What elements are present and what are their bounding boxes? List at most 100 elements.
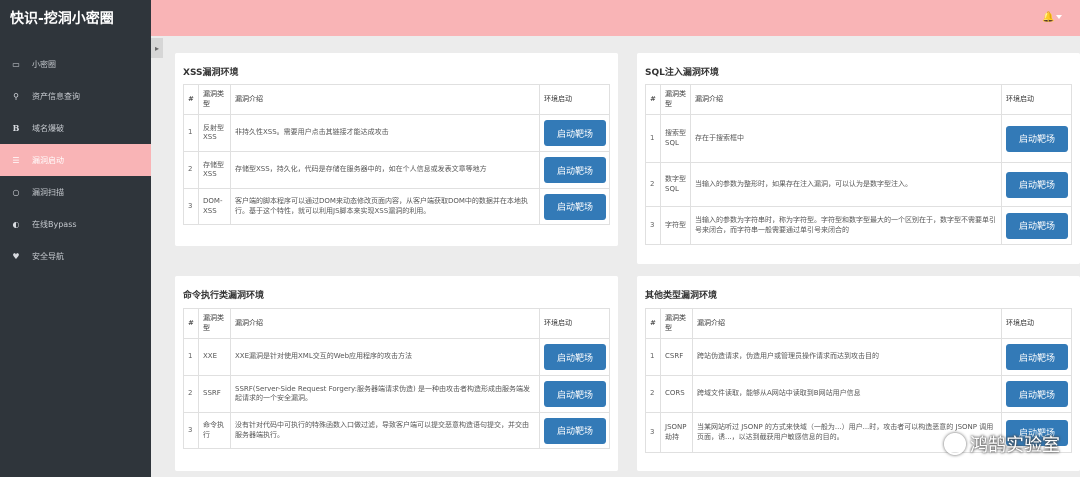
monitor-icon: ▭ — [12, 59, 20, 69]
row-desc: SSRF(Server-Side Request Forgery:服务器端请求伪… — [230, 375, 540, 413]
sidebar-item-label: 漏洞扫描 — [32, 187, 64, 197]
table-header-row: # 漏洞类型 漏洞介绍 环境启动 — [183, 308, 610, 339]
row-type: CSRF — [660, 338, 693, 376]
sql-panel: SQL注入漏洞环境 # 漏洞类型 漏洞介绍 环境启动 1 搜索型SQL 存在于搜… — [637, 53, 1080, 264]
table-row: 1 搜索型SQL 存在于搜索框中 启动靶场 — [645, 114, 1072, 163]
panel-title: 其他类型漏洞环境 — [645, 291, 718, 301]
table-row: 1 XXE XXE漏洞是针对使用XML交互的Web应用程序的攻击方法 启动靶场 — [183, 338, 610, 376]
cmd-panel: 命令执行类漏洞环境 # 漏洞类型 漏洞介绍 环境启动 1 XXE XXE漏洞是针… — [175, 276, 618, 471]
panel-title: 命令执行类漏洞环境 — [183, 291, 265, 301]
row-desc: 客户端的脚本程序可以通过DOM来动态修改页面内容，从客户端获取DOM中的数据并在… — [230, 188, 540, 225]
col-header-type: 漏洞类型 — [660, 308, 693, 339]
sidebar-item-bypass[interactable]: ◐ 在线Bypass — [0, 208, 151, 240]
launch-range-button[interactable]: 启动靶场 — [1006, 125, 1068, 152]
sidebar-menu: ▭ 小密圈 ⚲ 资产信息查询 B 域名爆破 ☰ 漏洞启动 ○ 漏洞扫描 ◐ 在线… — [0, 48, 151, 272]
row-num: 3 — [645, 206, 661, 245]
launch-range-button[interactable]: 启动靶场 — [1006, 344, 1068, 370]
launch-range-button[interactable]: 启动靶场 — [1006, 171, 1068, 198]
table-header-row: # 漏洞类型 漏洞介绍 环境启动 — [645, 308, 1072, 339]
launch-range-button[interactable]: 启动靶场 — [544, 381, 606, 407]
col-header-type: 漏洞类型 — [198, 84, 231, 115]
watermark-text: 鸿鹄实验室 — [970, 435, 1060, 456]
col-header-num: # — [183, 84, 199, 115]
row-type: JSONP劫持 — [660, 412, 693, 453]
sidebar-toggle-button[interactable]: ▸ — [151, 38, 163, 58]
table-row: 2 存储型XSS 存储型XSS，持久化，代码是存储在服务器中的，如在个人信息或发… — [183, 151, 610, 189]
sidebar-item-label: 漏洞启动 — [32, 155, 64, 165]
sidebar-item-label: 安全导航 — [32, 251, 64, 261]
sidebar-item-security-nav[interactable]: ♥ 安全导航 — [0, 240, 151, 272]
table-row: 2 SSRF SSRF(Server-Side Request Forgery:… — [183, 375, 610, 413]
row-desc: 跨站伪造请求，伪造用户或管理员操作请求而达到攻击目的 — [692, 338, 1002, 376]
row-desc: 跨域文件读取，能够从A网站中读取到B网站用户信息 — [692, 375, 1002, 413]
launch-range-button[interactable]: 启动靶场 — [544, 157, 606, 183]
sidebar-item-vuln-launch[interactable]: ☰ 漏洞启动 — [0, 144, 151, 176]
row-num: 1 — [645, 114, 661, 163]
row-num: 1 — [183, 114, 199, 152]
sidebar-item-asset-query[interactable]: ⚲ 资产信息查询 — [0, 80, 151, 112]
row-num: 2 — [183, 151, 199, 189]
row-desc: 当输入的参数为字符串时，称为字符型。字符型和数字型最大的一个区别在于，数字型不需… — [690, 206, 1002, 245]
panel-title: SQL注入漏洞环境 — [645, 68, 719, 78]
col-header-num: # — [183, 308, 199, 339]
table-row: 3 DOM-XSS 客户端的脚本程序可以通过DOM来动态修改页面内容，从客户端获… — [183, 188, 610, 225]
top-bar: 🔔 — [151, 0, 1080, 36]
row-num: 1 — [183, 338, 199, 376]
col-header-action: 环境启动 — [539, 308, 610, 339]
table-row: 2 CORS 跨域文件读取，能够从A网站中读取到B网站用户信息 启动靶场 — [645, 375, 1072, 413]
sidebar-item-vuln-scan[interactable]: ○ 漏洞扫描 — [0, 176, 151, 208]
table-header-row: # 漏洞类型 漏洞介绍 环境启动 — [183, 84, 610, 115]
sidebar-item-label: 域名爆破 — [32, 123, 64, 133]
cmd-table: # 漏洞类型 漏洞介绍 环境启动 1 XXE XXE漏洞是针对使用XML交互的W… — [183, 308, 610, 449]
sidebar-item-mimiquan[interactable]: ▭ 小密圈 — [0, 48, 151, 80]
row-type: 存储型XSS — [198, 151, 231, 189]
row-desc: 非持久性XSS。需要用户点击其链接才能达成攻击 — [230, 114, 540, 152]
chevron-down-icon[interactable] — [1056, 15, 1062, 19]
row-desc: 当输入的参数为整形时，如果存在注入漏洞，可以认为是数字型注入。 — [690, 162, 1002, 207]
bold-b-icon: B — [12, 123, 20, 133]
heart-icon: ♥ — [12, 251, 20, 261]
col-header-action: 环境启动 — [1001, 84, 1072, 115]
launch-range-button[interactable]: 启动靶场 — [544, 120, 606, 146]
launch-range-button[interactable]: 启动靶场 — [1006, 212, 1068, 239]
row-type: SSRF — [198, 375, 231, 413]
row-type: 命令执行 — [198, 412, 231, 449]
row-type: XXE — [198, 338, 231, 376]
sidebar-item-label: 资产信息查询 — [32, 91, 80, 101]
row-type: 反射型XSS — [198, 114, 231, 152]
col-header-desc: 漏洞介绍 — [692, 308, 1002, 339]
launch-range-button[interactable]: 启动靶场 — [544, 417, 606, 444]
row-num: 3 — [183, 188, 199, 225]
launch-range-button[interactable]: 启动靶场 — [544, 193, 606, 220]
table-row: 2 数字型SQL 当输入的参数为整形时，如果存在注入漏洞，可以认为是数字型注入。… — [645, 162, 1072, 207]
wechat-logo-icon — [944, 433, 966, 455]
panel-title: XSS漏洞环境 — [183, 68, 239, 78]
brand-title: 快识-挖洞小密圈 — [10, 11, 114, 27]
row-desc: 存在于搜索框中 — [690, 114, 1002, 163]
table-row: 1 反射型XSS 非持久性XSS。需要用户点击其链接才能达成攻击 启动靶场 — [183, 114, 610, 152]
col-header-num: # — [645, 84, 661, 115]
table-header-row: # 漏洞类型 漏洞介绍 环境启动 — [645, 84, 1072, 115]
watermark: 鸿鹄实验室 — [944, 431, 1060, 457]
launch-range-button[interactable]: 启动靶场 — [544, 344, 606, 370]
table-row: 3 字符型 当输入的参数为字符串时，称为字符型。字符型和数字型最大的一个区别在于… — [645, 206, 1072, 245]
row-num: 2 — [645, 375, 661, 413]
row-num: 3 — [183, 412, 199, 449]
col-header-action: 环境启动 — [1001, 308, 1072, 339]
col-header-type: 漏洞类型 — [660, 84, 691, 115]
row-num: 3 — [645, 412, 661, 453]
xss-panel: XSS漏洞环境 # 漏洞类型 漏洞介绍 环境启动 1 反射型XSS 非持久性XS… — [175, 53, 618, 246]
bell-icon[interactable]: 🔔 — [1042, 12, 1054, 24]
row-type: 字符型 — [660, 206, 691, 245]
sidebar-item-domain-brute[interactable]: B 域名爆破 — [0, 112, 151, 144]
row-type: DOM-XSS — [198, 188, 231, 225]
circle-icon: ○ — [12, 187, 20, 197]
launch-range-button[interactable]: 启动靶场 — [1006, 381, 1068, 407]
xss-table: # 漏洞类型 漏洞介绍 环境启动 1 反射型XSS 非持久性XSS。需要用户点击… — [183, 84, 610, 225]
row-type: 搜索型SQL — [660, 114, 691, 163]
row-num: 1 — [645, 338, 661, 376]
row-num: 2 — [645, 162, 661, 207]
row-type: 数字型SQL — [660, 162, 691, 207]
row-desc: XXE漏洞是针对使用XML交互的Web应用程序的攻击方法 — [230, 338, 540, 376]
col-header-desc: 漏洞介绍 — [690, 84, 1002, 115]
